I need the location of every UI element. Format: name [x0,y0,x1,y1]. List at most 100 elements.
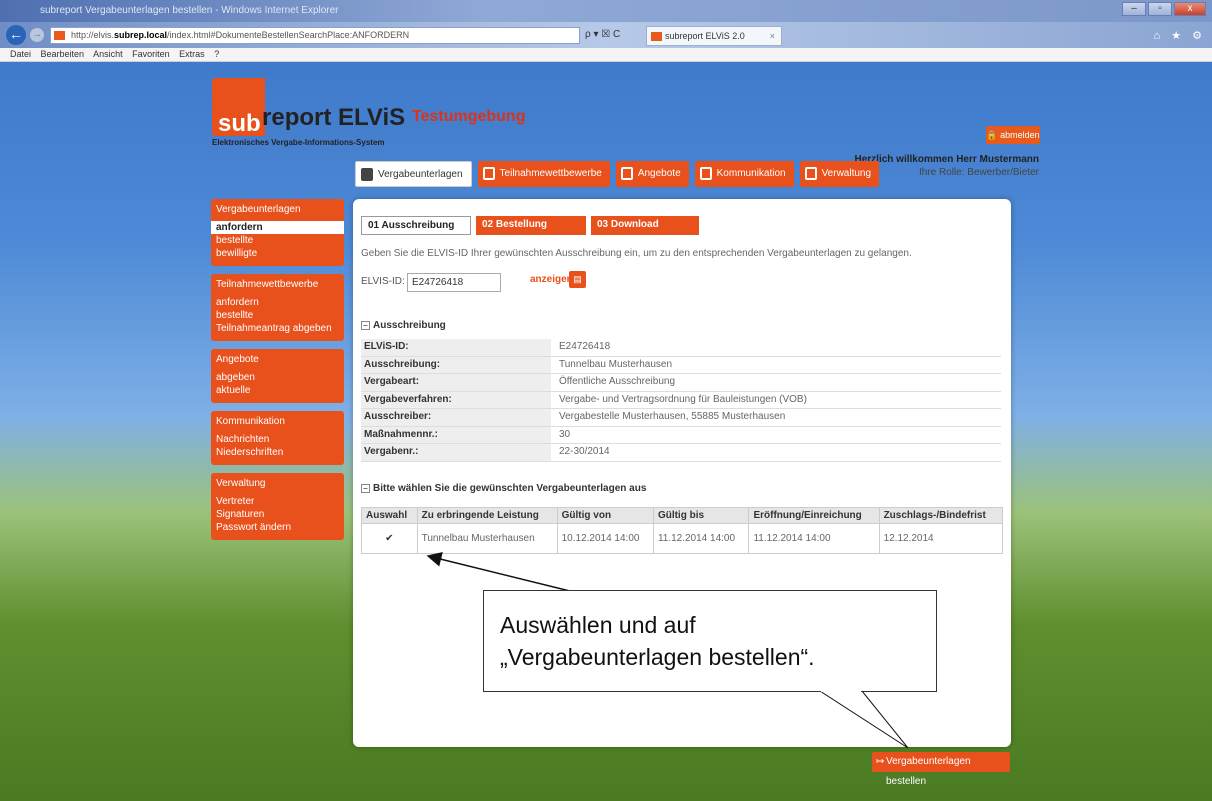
maximize-button[interactable]: ▫ [1148,2,1172,16]
info-row: Ausschreibung: Tunnelbau Musterhausen [361,356,1001,374]
tab-close-icon[interactable]: × [770,27,775,45]
nav-label: Kommunikation [716,168,786,179]
step-bestellung[interactable]: 02 Bestellung [476,216,586,235]
close-window-button[interactable]: x [1174,2,1206,16]
info-row: ELViS-ID: E24726418 [361,339,1001,357]
info-value: Öffentliche Ausschreibung [559,376,676,387]
callout-line2: „Vergabeunterlagen bestellen“. [500,644,815,670]
window-controls: – ▫ x [1122,2,1206,16]
window-title: subreport Vergabeunterlagen bestellen - … [40,5,339,16]
sidebar-item-teilnahmeantrag[interactable]: Teilnahmeantrag abgeben [211,322,344,335]
menu-bar: Datei Bearbeiten Ansicht Favoriten Extra… [0,48,1212,62]
site-favicon-icon [54,31,65,40]
sidebar-group-head[interactable]: Vergabeunterlagen [211,203,344,221]
step-download[interactable]: 03 Download [591,216,699,235]
sidebar-item-niederschriften[interactable]: Niederschriften [211,446,344,459]
logout-button[interactable]: 🔒 abmelden [986,126,1040,144]
admin-icon [804,167,817,180]
menu-help[interactable]: ? [214,49,219,59]
browser-right-tools[interactable]: ⌂ ★ ⚙ [1154,29,1206,42]
nav-verwaltung[interactable]: Verwaltung [799,161,880,187]
sidebar-group-head[interactable]: Verwaltung [211,477,344,495]
collapse-icon[interactable]: – [361,484,370,493]
sidebar-item-bestellte[interactable]: bestellte [211,309,344,322]
menu-extras[interactable]: Extras [179,49,205,59]
nav-label: Angebote [637,168,681,179]
user-role: Ihre Rolle: Bewerber/Bieter [918,167,1039,178]
select-checkbox[interactable]: ✔ [361,523,418,554]
exit-arrow-icon: ↦ [876,756,885,767]
sidebar-item-signaturen[interactable]: Signaturen [211,508,344,521]
address-path: /index.html#DokumenteBestellenSearchPlac… [167,30,410,40]
info-key: Maßnahmennr.: [361,426,551,443]
menu-ansicht[interactable]: Ansicht [93,49,123,59]
nav-kommunikation[interactable]: Kommunikation [694,161,794,187]
order-documents-button[interactable]: ↦ Vergabeunterlagen bestellen [872,752,1010,787]
section-documents[interactable]: – Bitte wählen Sie die gewünschten Vergab… [361,483,646,494]
lock-icon: 🔒 [986,130,998,140]
info-value: Vergabestelle Musterhausen, 55885 Muster… [559,411,786,422]
form-icon [482,167,495,180]
sidebar-group-head[interactable]: Teilnahmewettbewerbe [211,278,344,296]
elvis-id-input[interactable] [407,273,501,292]
table-row[interactable]: ✔ Tunnelbau Musterhausen 10.12.2014 14:0… [361,523,1004,554]
sidebar-item-anfordern[interactable]: anfordern [211,296,344,309]
sidebar-item-bewilligte[interactable]: bewilligte [211,247,344,260]
sidebar-group-head[interactable]: Kommunikation [211,415,344,433]
welcome-text: Herzlich willkommen Herr Mustermann [854,154,1040,165]
logo-sub: sub [212,78,265,137]
show-button[interactable]: anzeigen [530,274,573,285]
table-header-row: Auswahl Zu erbringende Leistung Gültig v… [361,507,1004,524]
sidebar-group-kommunikation: Kommunikation Nachrichten Niederschrifte… [211,411,344,465]
sidebar-group-head[interactable]: Angebote [211,353,344,371]
info-value: E24726418 [559,341,611,352]
address-bar[interactable]: http://elvis.subrep.local/index.html#Dok… [50,27,580,44]
intro-text: Geben Sie die ELVIS-ID Ihrer gewünschten… [361,248,912,259]
menu-datei[interactable]: Datei [10,49,31,59]
browser-toolbar: ← → http://elvis.subrep.local/index.html… [0,22,1212,48]
nav-teilnahmewettbewerbe[interactable]: Teilnahmewettbewerbe [477,161,610,187]
collapse-icon[interactable]: – [361,321,370,330]
forward-button[interactable]: → [30,28,44,42]
browser-tab[interactable]: subreport ELViS 2.0 × [646,26,782,46]
section-title: Ausschreibung [373,320,446,331]
sidebar-item-nachrichten[interactable]: Nachrichten [211,433,344,446]
minimize-button[interactable]: – [1122,2,1146,16]
elvis-id-row: ELVIS-ID: [361,273,501,292]
sidebar-item-bestellte[interactable]: bestellte [211,234,344,247]
sidebar-group-verwaltung: Verwaltung Vertreter Signaturen Passwort… [211,473,344,540]
order-button-label: Vergabeunterlagen bestellen [886,756,971,787]
sidebar-group-vergabeunterlagen: Vergabeunterlagen anfordern bestellte be… [211,199,344,266]
elvis-id-label: ELVIS-ID: [361,276,405,287]
app-logo: sub report ELViS Elektronisches Vergabe-… [212,78,405,147]
sidebar-item-aktuelle[interactable]: aktuelle [211,384,344,397]
table-cell: 12.12.2014 [878,523,1004,554]
menu-favoriten[interactable]: Favoriten [132,49,170,59]
nav-vergabeunterlagen[interactable]: Vergabeunterlagen [355,161,472,187]
step-tabs: 01 Ausschreibung 02 Bestellung 03 Downlo… [361,216,699,235]
sidebar-group-angebote: Angebote abgeben aktuelle [211,349,344,403]
address-prefix: http://elvis. [71,30,115,40]
sidebar-item-abgeben[interactable]: abgeben [211,371,344,384]
address-tools[interactable]: ρ ▾ ☒ C [585,29,620,40]
step-ausschreibung[interactable]: 01 Ausschreibung [361,216,471,235]
nav-angebote[interactable]: Angebote [615,161,689,187]
offer-icon [620,167,633,180]
sidebar-item-vertreter[interactable]: Vertreter [211,495,344,508]
info-value: 22-30/2014 [559,446,610,457]
logout-label: abmelden [1000,130,1040,140]
window-titlebar: subreport Vergabeunterlagen bestellen - … [0,0,1212,22]
documents-icon [361,168,373,181]
info-key: Vergabenr.: [361,444,551,461]
section-ausschreibung[interactable]: – Ausschreibung [361,320,446,331]
address-host: subrep.local [114,30,168,40]
col-zuschlag: Zuschlags-/Bindefrist [878,507,1004,524]
sidebar-item-anfordern[interactable]: anfordern [211,221,344,234]
back-button[interactable]: ← [6,25,26,45]
table-cell: Tunnelbau Musterhausen [416,523,558,554]
sidebar-item-passwort[interactable]: Passwort ändern [211,521,344,534]
menu-bearbeiten[interactable]: Bearbeiten [41,49,85,59]
person-icon [699,167,712,180]
info-row: Vergabenr.: 22-30/2014 [361,444,1001,462]
document-search-icon[interactable]: ▤ [569,271,586,288]
